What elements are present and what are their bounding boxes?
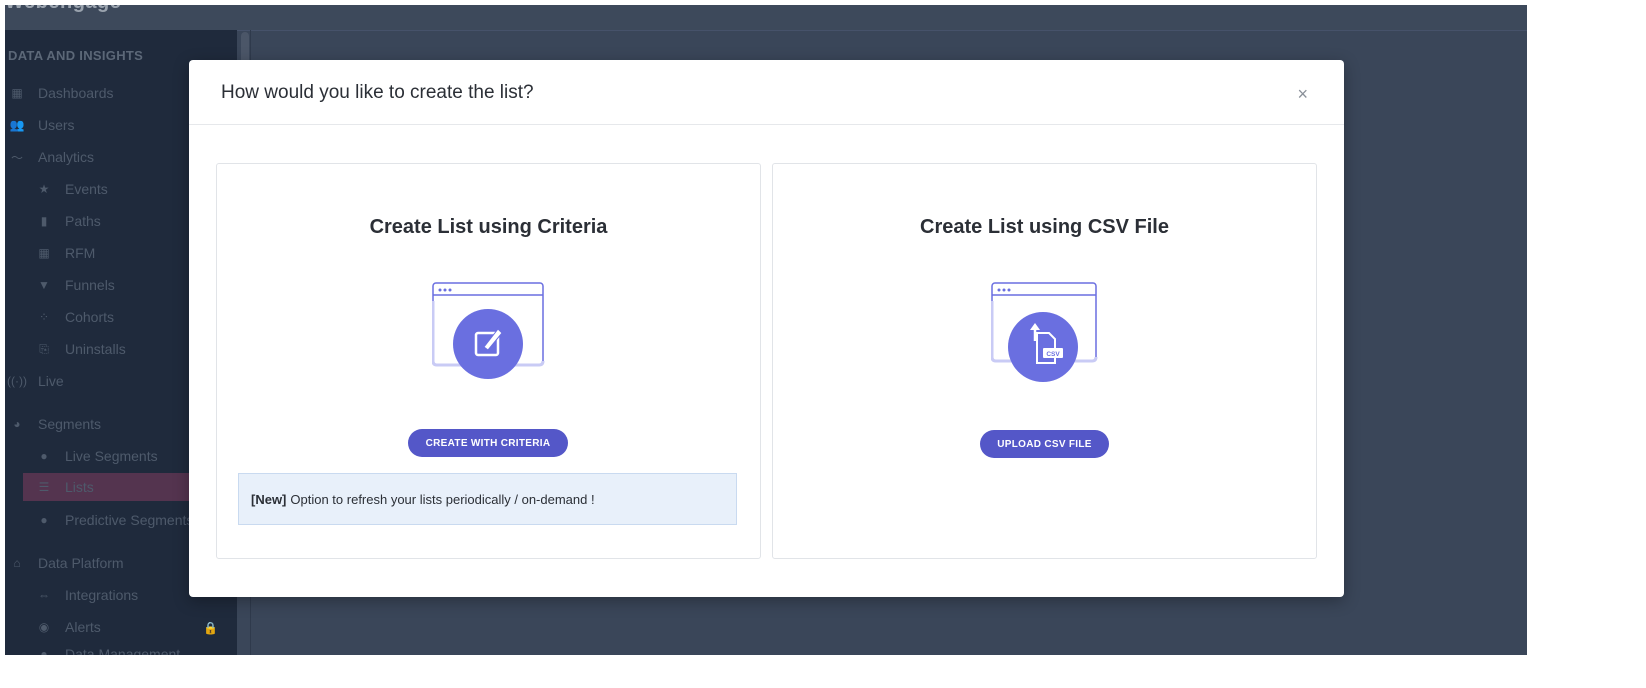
sidebar-item-label: Analytics (38, 149, 95, 165)
lock-icon: 🔒 (203, 621, 218, 635)
new-feature-notice: [New] Option to refresh your lists perio… (238, 473, 737, 525)
create-with-criteria-button[interactable]: CREATE WITH CRITERIA (408, 429, 568, 457)
sidebar-item-label: Dashboards (38, 85, 114, 101)
list-icon: ☰ (38, 480, 50, 494)
sidebar-item-label: Live Segments (65, 448, 158, 464)
top-bar: Webengage (5, 5, 1527, 31)
sidebar-item-label: Funnels (65, 277, 115, 293)
sidebar-item-label: Predictive Segments (65, 512, 194, 528)
sidebar-item-label: Events (65, 181, 108, 197)
upload-csv-file-button[interactable]: UPLOAD CSV FILE (980, 430, 1109, 458)
analytics-icon: 〜 (10, 150, 23, 165)
sidebar-section-heading: DATA AND INSIGHTS (8, 48, 144, 63)
sidebar-item-label: Alerts (65, 619, 101, 635)
bar-chart-icon: ▮ (40, 214, 48, 228)
csv-card-title: Create List using CSV File (920, 216, 1169, 238)
brand-logo: Webengage (5, 5, 121, 14)
csv-badge-text: CSV (1046, 351, 1060, 358)
sidebar-item-label: Segments (38, 416, 102, 432)
sidebar-item-label: Live (38, 373, 64, 389)
pie-icon: ◕ (13, 417, 21, 431)
cohort-icon: ⁘ (38, 310, 50, 324)
criteria-option-card[interactable]: Create List using Criteria CREATE WITH C… (216, 163, 761, 559)
broadcast-icon: ((·)) (7, 374, 27, 388)
bulb-icon: ● (40, 513, 48, 527)
sidebar-item-label: Data Management (65, 646, 181, 655)
sidebar-item-label: RFM (65, 245, 96, 261)
notice-text: Option to refresh your lists periodicall… (290, 491, 595, 507)
upload-csv-illustration-icon: CSV (990, 281, 1099, 390)
sidebar-item-label: Paths (65, 213, 101, 229)
integrations-icon: ⇔ (38, 588, 50, 602)
live-segment-icon: ● (40, 449, 48, 463)
sidebar-item-alerts[interactable]: ◉ Alerts (35, 613, 263, 641)
platform-icon: ⌂ (13, 556, 21, 570)
sidebar-item-label: Data Platform (38, 555, 124, 571)
sidebar-item-label: Cohorts (65, 309, 115, 325)
modal-header: How would you like to create the list? × (189, 60, 1344, 125)
modal-title: How would you like to create the list? (221, 82, 534, 103)
criteria-card-title: Create List using Criteria (369, 216, 608, 238)
uninstall-icon: ⎘ (39, 341, 49, 356)
users-icon: 👥 (9, 118, 25, 132)
funnel-icon: ▼ (38, 278, 50, 292)
dashboard-icon: ▦ (11, 86, 23, 100)
sidebar-item-label: Lists (65, 479, 94, 495)
star-icon: ★ (38, 182, 50, 196)
create-list-modal: How would you like to create the list? ×… (189, 60, 1344, 597)
alerts-icon: ◉ (38, 620, 50, 634)
edit-illustration-icon (431, 281, 546, 390)
grid-icon: ▦ (38, 246, 50, 260)
sidebar-item-label: Uninstalls (65, 341, 126, 357)
data-icon: ● (40, 647, 48, 655)
notice-tag: [New] (251, 491, 287, 507)
sidebar-item-data-management[interactable]: ● Data Management (35, 640, 263, 655)
close-icon[interactable]: × (1297, 84, 1308, 105)
sidebar-item-label: Users (38, 117, 75, 133)
sidebar-item-label: Integrations (65, 587, 139, 603)
csv-option-card[interactable]: Create List using CSV File CSV UPLOAD CS… (772, 163, 1317, 559)
